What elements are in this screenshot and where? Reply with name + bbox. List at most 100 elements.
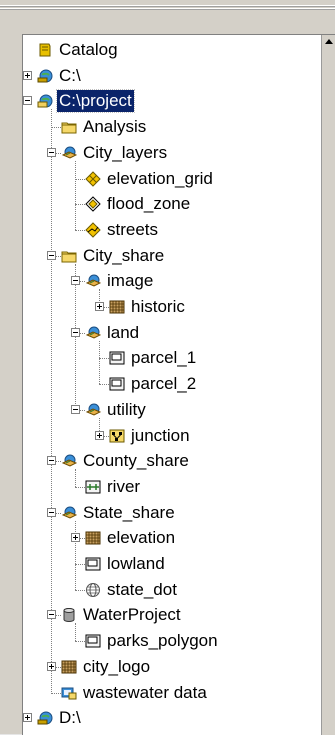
tree-item-historic[interactable]: historic [23, 295, 323, 319]
polygon-class-icon [85, 556, 101, 572]
tree-item-lowland[interactable]: lowland [23, 552, 323, 576]
tree-item-label: Analysis [83, 117, 147, 137]
tree-item-label: lowland [107, 554, 165, 573]
tree-item-parks-polygon[interactable]: parks_polygon [23, 629, 323, 653]
catalog-tree-panel: Catalog C:\ C:\project Analysis City_layerse… [22, 34, 335, 735]
folder-icon [61, 248, 77, 264]
tree-item-elevation-grid[interactable]: elevation_grid [23, 167, 323, 191]
tree-item-label: city_logo [83, 656, 151, 676]
feature-dataset-icon [61, 453, 78, 469]
collapse-toggle-icon[interactable] [71, 327, 80, 337]
network-icon [109, 428, 125, 444]
polygon-layer-icon [85, 196, 101, 212]
catalog-icon [37, 42, 53, 58]
polygon-class-icon [109, 376, 125, 392]
tree-item-label: State_share [83, 502, 175, 522]
folder-icon [61, 119, 77, 135]
tree-item-state-share[interactable]: State_share [23, 501, 323, 525]
vertical-scrollbar[interactable] [321, 35, 335, 735]
drive-icon [37, 710, 53, 726]
tree-item-county-share[interactable]: County_share [23, 449, 323, 473]
raster-icon [109, 299, 125, 315]
catalog-tree: Catalog C:\ C:\project Analysis City_layerse… [23, 35, 323, 735]
feature-dataset-icon [85, 325, 102, 341]
expand-toggle-icon[interactable] [95, 302, 104, 311]
folder-connection-icon [37, 93, 53, 109]
tree-item-streets[interactable]: streets [23, 218, 323, 242]
collapse-toggle-icon[interactable] [47, 610, 56, 620]
tree-item-city-layers[interactable]: City_layers [23, 141, 323, 165]
database-icon [61, 607, 77, 623]
collapse-toggle-icon[interactable] [47, 147, 56, 157]
collapse-toggle-icon[interactable] [47, 456, 56, 466]
tree-item-elevation-state[interactable]: elevation [23, 526, 323, 550]
expand-toggle-icon[interactable] [95, 430, 104, 440]
feature-dataset-icon [85, 273, 102, 289]
tree-item-c-c[interactable]: C:\ [23, 64, 323, 88]
globe-icon [85, 582, 101, 598]
tree-item-river[interactable]: river [23, 475, 323, 499]
feature-dataset-icon [85, 402, 102, 418]
tree-item-image[interactable]: image [23, 269, 323, 293]
tree-item-city-share[interactable]: City_share [23, 244, 323, 268]
tree-item-label: D:\ [59, 708, 81, 728]
tree-item-c-project[interactable]: C:\project [23, 89, 323, 114]
tree-item-label: historic [131, 297, 185, 316]
catalog-window: Catalog C:\ C:\project Analysis City_layerse… [0, 0, 335, 735]
tree-item-parcel-1[interactable]: parcel_1 [23, 346, 323, 370]
expand-toggle-icon[interactable] [47, 661, 56, 671]
tree-item-label: state_dot [107, 579, 177, 599]
feature-dataset-icon [61, 145, 78, 161]
tree-item-label: elevation [107, 528, 176, 548]
grid-layer-icon [85, 170, 101, 187]
raster-icon [61, 659, 77, 675]
polygon-class-icon [85, 633, 101, 649]
tree-item-label: river [107, 476, 141, 496]
tree-item-junction[interactable]: junction [23, 424, 323, 448]
tree-item-label: parcel_1 [131, 348, 197, 368]
feature-dataset-icon [61, 505, 78, 521]
collapse-toggle-icon[interactable] [23, 96, 32, 106]
tree-item-utility[interactable]: utility [23, 398, 323, 422]
tree-item-label: streets [107, 219, 159, 239]
tree-item-d[interactable]: D:\ [23, 706, 323, 730]
tree-item-state-dot[interactable]: state_dot [23, 578, 323, 602]
tree-item-label: City_layers [83, 142, 168, 162]
polygon-class-icon [109, 350, 125, 366]
window-title-bar[interactable] [0, 0, 335, 34]
tree-item-label: utility [107, 399, 146, 419]
tree-item-catalog[interactable]: Catalog [23, 38, 323, 62]
data-connection-icon [61, 685, 77, 701]
tree-item-label: flood_zone [107, 194, 191, 214]
tree-item-label: elevation_grid [107, 168, 213, 188]
collapse-toggle-icon[interactable] [71, 404, 80, 414]
tree-item-label: C:\project [56, 89, 135, 114]
tree-item-label: image [107, 271, 154, 291]
drive-icon [37, 68, 53, 84]
tree-item-label: parks_polygon [107, 631, 218, 651]
tree-item-flood-zone[interactable]: flood_zone [23, 192, 323, 216]
collapse-toggle-icon[interactable] [47, 250, 56, 260]
tree-item-land[interactable]: land [23, 321, 323, 345]
tree-item-label: County_share [83, 451, 189, 471]
tree-item-label: wastewater data [83, 682, 207, 702]
tree-item-wastewater-data[interactable]: wastewater data [23, 681, 323, 705]
raster-icon [85, 530, 101, 546]
tree-item-label: Catalog [59, 40, 118, 59]
tree-item-analysis[interactable]: Analysis [23, 115, 323, 139]
collapse-toggle-icon[interactable] [47, 507, 56, 517]
line-layer-icon [85, 222, 101, 238]
expand-toggle-icon[interactable] [23, 713, 32, 723]
tree-item-label: parcel_2 [131, 374, 197, 394]
tree-item-label: junction [131, 425, 190, 445]
expand-toggle-icon[interactable] [23, 70, 32, 80]
tree-item-label: land [107, 322, 140, 342]
collapse-toggle-icon[interactable] [71, 276, 80, 286]
tree-item-parcel-2[interactable]: parcel_2 [23, 372, 323, 396]
tree-item-label: WaterProject [83, 605, 181, 625]
expand-toggle-icon[interactable] [71, 533, 80, 543]
tree-item-waterproject[interactable]: WaterProject [23, 603, 323, 627]
tree-item-label: City_share [83, 245, 165, 265]
scroll-up-arrow-icon[interactable] [322, 35, 335, 49]
tree-item-city-logo[interactable]: city_logo [23, 655, 323, 679]
